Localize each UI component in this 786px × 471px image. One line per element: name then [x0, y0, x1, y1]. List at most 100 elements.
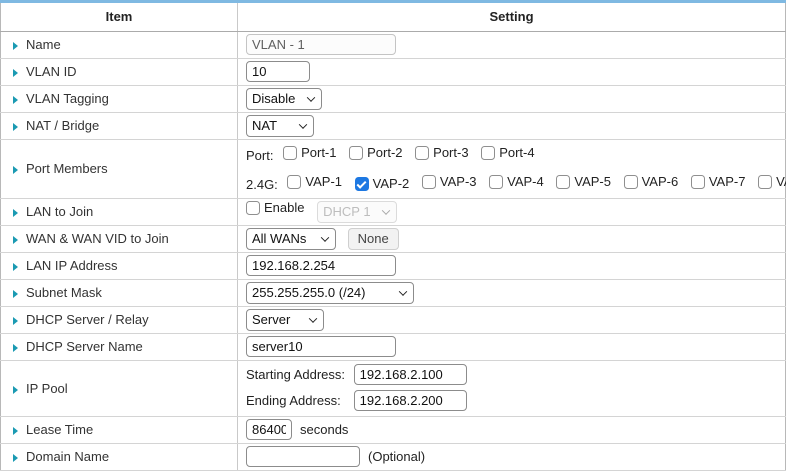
starting-address-line: Starting Address:: [246, 362, 785, 388]
vap-2-checkbox[interactable]: [355, 177, 369, 191]
lan-ip-item-cell: LAN IP Address: [1, 252, 238, 279]
table-row-vlan-id: VLAN ID: [1, 58, 786, 85]
lan-join-dhcp-select: DHCP 1: [317, 201, 397, 223]
lan-join-enable-checkbox[interactable]: [246, 201, 260, 215]
table-row-lease-time: Lease Time seconds: [1, 416, 786, 443]
bullet-arrow-icon: [13, 290, 18, 298]
wan-join-select[interactable]: All WANs: [246, 228, 336, 250]
port-3-checkbox[interactable]: [415, 146, 429, 160]
vap-7-checkbox[interactable]: [691, 175, 705, 189]
dhcp-mode-select[interactable]: Server: [246, 309, 324, 331]
port-1-checkbox-item[interactable]: Port-1: [283, 140, 336, 166]
ending-address-label: Ending Address:: [246, 388, 350, 414]
vap-3-checkbox[interactable]: [422, 175, 436, 189]
vap-3-checkbox-item[interactable]: VAP-3: [422, 169, 477, 195]
table-row-domain-name: Domain Name (Optional): [1, 443, 786, 470]
bullet-arrow-icon: [13, 123, 18, 131]
subnet-mask-select[interactable]: 255.255.255.0 (/24): [246, 282, 414, 304]
port-members-item-cell: Port Members: [1, 139, 238, 198]
port-2-checkbox-item[interactable]: Port-2: [349, 140, 402, 166]
ending-address-input[interactable]: [354, 390, 467, 411]
port-members-label: Port Members: [26, 161, 108, 176]
dhcp-server-name-input[interactable]: [246, 336, 396, 357]
vap-4-checkbox[interactable]: [489, 175, 503, 189]
vap-1-checkbox-label: VAP-1: [305, 169, 342, 195]
lan-join-dhcp-select-wrap: DHCP 1: [317, 201, 397, 223]
domain-name-item-cell: Domain Name: [1, 443, 238, 470]
bullet-arrow-icon: [13, 344, 18, 352]
vap-7-checkbox-item[interactable]: VAP-7: [691, 169, 746, 195]
starting-address-input[interactable]: [354, 364, 467, 385]
vap-8-checkbox-label: VAP-8: [776, 169, 786, 195]
vlan-tagging-setting-cell: Disable: [238, 85, 786, 112]
bullet-arrow-icon: [13, 317, 18, 325]
bullet-arrow-icon: [13, 454, 18, 462]
ending-address-line: Ending Address:: [246, 388, 785, 414]
vap-6-checkbox[interactable]: [624, 175, 638, 189]
header-row: Item Setting: [1, 3, 786, 31]
vap-5-checkbox[interactable]: [556, 175, 570, 189]
bullet-arrow-icon: [13, 427, 18, 435]
dhcp-mode-select-wrap: Server: [246, 309, 324, 331]
vap-3-checkbox-label: VAP-3: [440, 169, 477, 195]
table-row-lan-to-join: LAN to Join Enable DHCP 1: [1, 198, 786, 225]
nat-bridge-setting-cell: NAT: [238, 112, 786, 139]
vap-1-checkbox[interactable]: [287, 175, 301, 189]
bullet-arrow-icon: [13, 236, 18, 244]
vap-2-checkbox-item[interactable]: VAP-2: [355, 171, 410, 197]
vlan-settings-table: Item Setting Name VLAN ID VLAN Tagging D…: [0, 3, 786, 471]
vlan-id-setting-cell: [238, 58, 786, 85]
port-4-checkbox-item[interactable]: Port-4: [481, 140, 534, 166]
vlan-tagging-select[interactable]: Disable: [246, 88, 322, 110]
vap-4-checkbox-item[interactable]: VAP-4: [489, 169, 544, 195]
vlan-id-item-cell: VLAN ID: [1, 58, 238, 85]
table-row-dhcp-name: DHCP Server Name: [1, 333, 786, 360]
bullet-arrow-icon: [13, 42, 18, 50]
lan-join-enable-checkbox-item[interactable]: Enable: [246, 200, 304, 215]
lan-to-join-item-cell: LAN to Join: [1, 198, 238, 225]
port-prefix-label: Port:: [246, 148, 273, 163]
port-1-checkbox[interactable]: [283, 146, 297, 160]
enable-checkbox-label: Enable: [264, 200, 304, 215]
port-4-checkbox[interactable]: [481, 146, 495, 160]
wan-join-select-wrap: All WANs: [246, 228, 336, 250]
wan-join-setting-cell: All WANs None: [238, 225, 786, 252]
domain-name-input[interactable]: [246, 446, 360, 467]
subnet-mask-label: Subnet Mask: [26, 285, 102, 300]
wifi-prefix-label: 2.4G:: [246, 177, 278, 192]
dhcp-name-setting-cell: [238, 333, 786, 360]
nat-bridge-select[interactable]: NAT: [246, 115, 314, 137]
domain-name-setting-cell: (Optional): [238, 443, 786, 470]
domain-name-label: Domain Name: [26, 449, 109, 464]
port-4-checkbox-label: Port-4: [499, 140, 534, 166]
bullet-arrow-icon: [13, 209, 18, 217]
port-2-checkbox[interactable]: [349, 146, 363, 160]
vlan-name-input[interactable]: [246, 34, 396, 55]
port-3-checkbox-label: Port-3: [433, 140, 468, 166]
vlan-tagging-label: VLAN Tagging: [26, 91, 109, 106]
vlan-id-label: VLAN ID: [26, 64, 77, 79]
setting-column-header: Setting: [238, 3, 786, 31]
lease-time-input[interactable]: [246, 419, 292, 440]
port-2-checkbox-label: Port-2: [367, 140, 402, 166]
name-item-cell: Name: [1, 31, 238, 58]
lan-ip-setting-cell: [238, 252, 786, 279]
none-button[interactable]: None: [348, 228, 399, 250]
lan-ip-input[interactable]: [246, 255, 396, 276]
vap-6-checkbox-item[interactable]: VAP-6: [624, 169, 679, 195]
vap-5-checkbox-item[interactable]: VAP-5: [556, 169, 611, 195]
vap-8-checkbox-item[interactable]: VAP-8: [758, 169, 786, 195]
ip-pool-label: IP Pool: [26, 381, 68, 396]
starting-address-label: Starting Address:: [246, 362, 350, 388]
lease-time-label: Lease Time: [26, 422, 93, 437]
nat-bridge-item-cell: NAT / Bridge: [1, 112, 238, 139]
bullet-arrow-icon: [13, 263, 18, 271]
vap-8-checkbox[interactable]: [758, 175, 772, 189]
vap-1-checkbox-item[interactable]: VAP-1: [287, 169, 342, 195]
vlan-id-input[interactable]: [246, 61, 310, 82]
subnet-mask-item-cell: Subnet Mask: [1, 279, 238, 306]
port-1-checkbox-label: Port-1: [301, 140, 336, 166]
dhcp-mode-label: DHCP Server / Relay: [26, 312, 149, 327]
port-3-checkbox-item[interactable]: Port-3: [415, 140, 468, 166]
wan-join-label: WAN & WAN VID to Join: [26, 231, 169, 246]
